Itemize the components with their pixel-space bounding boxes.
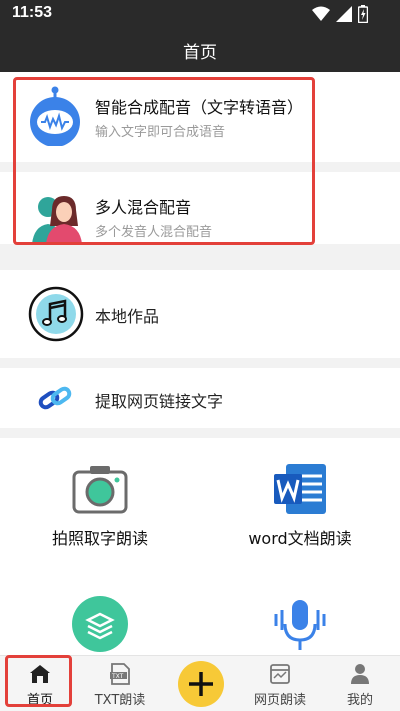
tab-label-txt-read: TXT朗读 — [94, 693, 146, 708]
layers-icon — [72, 596, 128, 652]
local-works-label: 本地作品 — [95, 307, 160, 326]
wifi-icon — [312, 6, 330, 21]
svg-text:TXT: TXT — [111, 673, 124, 680]
grid-item-layers[interactable] — [0, 588, 200, 655]
signal-icon — [336, 6, 352, 22]
grid-label-photo-read: 拍照取字朗读 — [51, 529, 148, 548]
webpage-icon — [270, 664, 290, 684]
plus-icon — [189, 672, 213, 696]
tab-mine[interactable]: 我的 — [325, 656, 395, 711]
extract-link-row[interactable]: 提取网页链接文字 — [0, 368, 400, 428]
tools-grid: 拍照取字朗读 word文档朗读 — [0, 438, 400, 655]
microphone-icon — [274, 600, 326, 650]
extract-link-label: 提取网页链接文字 — [95, 392, 224, 411]
link-icon — [38, 386, 72, 410]
highlight-box-features — [13, 77, 315, 245]
user-icon — [351, 664, 369, 684]
page-title: 首页 — [183, 43, 217, 63]
tab-label-web-read: 网页朗读 — [253, 693, 306, 708]
local-works-row[interactable]: 本地作品 — [0, 270, 400, 358]
camera-icon — [72, 466, 128, 514]
music-note-icon — [28, 286, 84, 342]
battery-icon — [358, 5, 368, 23]
status-bar: 11:53 — [0, 0, 400, 28]
top-nav-bar: 首页 — [0, 28, 400, 72]
status-time: 11:53 — [12, 4, 53, 21]
grid-item-word-read[interactable]: word文档朗读 — [200, 438, 400, 558]
highlight-box-home-tab — [5, 655, 72, 707]
grid-item-photo-read[interactable]: 拍照取字朗读 — [0, 438, 200, 558]
grid-item-voice-record[interactable] — [200, 588, 400, 655]
tab-web-read[interactable]: 网页朗读 — [245, 656, 315, 711]
grid-label-word-read: word文档朗读 — [248, 529, 352, 548]
tab-label-mine: 我的 — [346, 693, 373, 708]
txt-file-icon: TXT — [110, 663, 130, 685]
add-button[interactable] — [178, 661, 224, 707]
tab-txt-read[interactable]: TXT TXT朗读 — [85, 656, 155, 711]
word-document-icon — [274, 464, 326, 514]
